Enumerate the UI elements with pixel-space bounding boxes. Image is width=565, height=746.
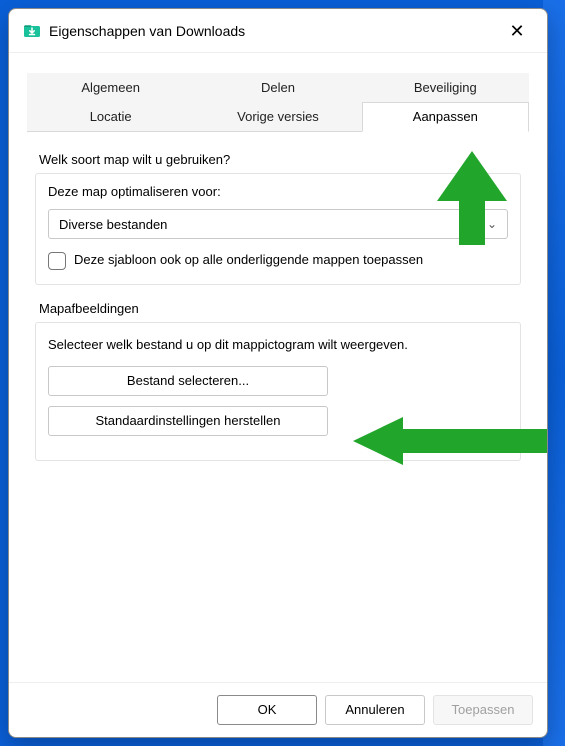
content-area: Algemeen Delen Beveiliging Locatie Vorig… [9, 53, 547, 682]
folder-pictures-group: Selecteer welk bestand u op dit mappicto… [35, 322, 521, 461]
apply-subfolders-label: Deze sjabloon ook op alle onderliggende … [74, 251, 423, 269]
download-folder-icon [23, 22, 41, 40]
tab-algemeen[interactable]: Algemeen [27, 73, 194, 102]
chevron-down-icon: ⌄ [487, 217, 497, 231]
optimize-for-value: Diverse bestanden [59, 217, 167, 232]
tab-aanpassen[interactable]: Aanpassen [362, 102, 529, 132]
folder-kind-heading: Welk soort map wilt u gebruiken? [39, 152, 521, 167]
choose-file-button[interactable]: Bestand selecteren... [48, 366, 328, 396]
tab-delen[interactable]: Delen [194, 73, 361, 102]
close-button[interactable]: ✕ [497, 15, 537, 47]
tab-locatie[interactable]: Locatie [27, 102, 194, 131]
folder-kind-group: Deze map optimaliseren voor: Diverse bes… [35, 173, 521, 285]
close-icon: ✕ [509, 22, 524, 40]
properties-window: Eigenschappen van Downloads ✕ Algemeen D… [8, 8, 548, 738]
tabs: Algemeen Delen Beveiliging Locatie Vorig… [27, 73, 529, 132]
apply-button: Toepassen [433, 695, 533, 725]
folder-pictures-instruction: Selecteer welk bestand u op dit mappicto… [48, 337, 508, 352]
apply-subfolders-row: Deze sjabloon ook op alle onderliggende … [48, 251, 508, 270]
tab-vorige-versies[interactable]: Vorige versies [194, 102, 361, 131]
tab-panel-aanpassen: Welk soort map wilt u gebruiken? Deze ma… [27, 132, 529, 672]
restore-defaults-button[interactable]: Standaardinstellingen herstellen [48, 406, 328, 436]
ok-button[interactable]: OK [217, 695, 317, 725]
window-title: Eigenschappen van Downloads [49, 23, 497, 39]
optimize-for-combo[interactable]: Diverse bestanden ⌄ [48, 209, 508, 239]
cancel-button[interactable]: Annuleren [325, 695, 425, 725]
folder-pictures-heading: Mapafbeeldingen [39, 301, 521, 316]
apply-subfolders-checkbox[interactable] [48, 252, 66, 270]
dialog-footer: OK Annuleren Toepassen [9, 682, 547, 737]
optimize-for-label: Deze map optimaliseren voor: [48, 184, 508, 199]
titlebar: Eigenschappen van Downloads ✕ [9, 9, 547, 53]
tab-beveiliging[interactable]: Beveiliging [362, 73, 529, 102]
